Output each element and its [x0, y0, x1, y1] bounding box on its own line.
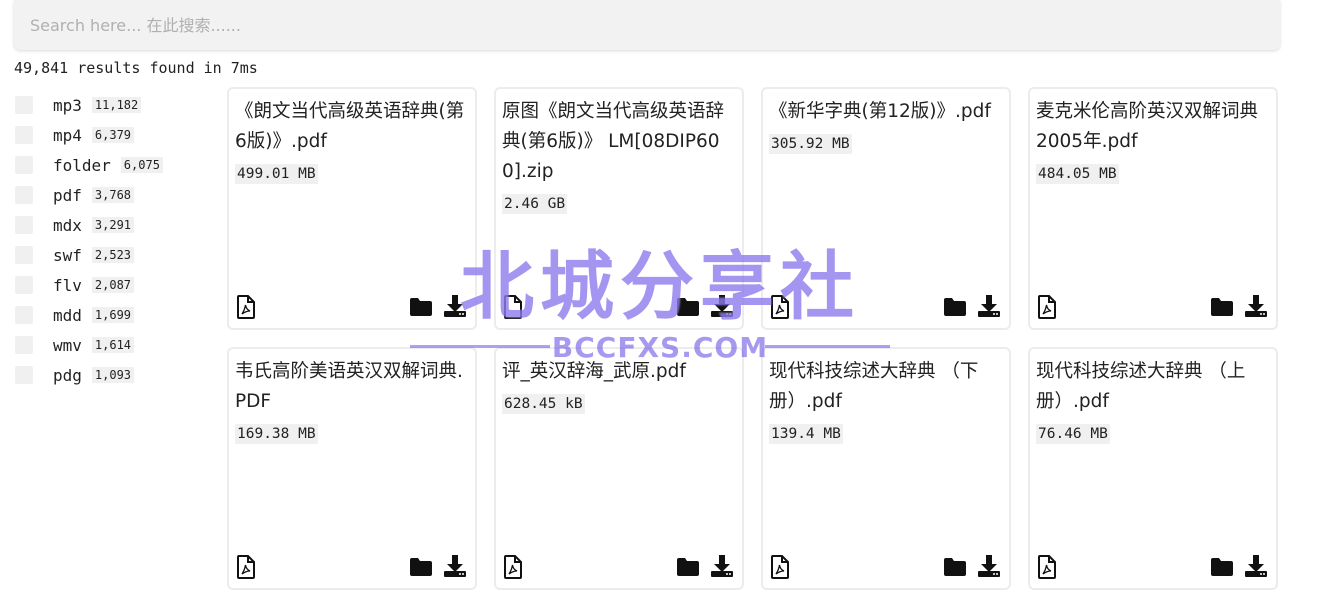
filter-list: mp3 11,182 mp4 6,379 folder 6,075 pdf 3,768 mdx 3… — [15, 90, 215, 390]
card-title[interactable]: 麦克米伦高阶英汉双解词典 2005年.pdf — [1036, 97, 1268, 157]
filter-checkbox[interactable] — [15, 306, 33, 324]
folder-icon[interactable] — [676, 297, 700, 317]
results-summary: 49,841 results found in 7ms — [14, 59, 258, 77]
filter-label: wmv — [53, 335, 82, 355]
filter-item-wmv[interactable]: wmv 1,614 — [15, 330, 215, 360]
filter-checkbox[interactable] — [15, 336, 33, 354]
filter-count: 3,768 — [91, 187, 135, 203]
filter-checkbox[interactable] — [15, 246, 33, 264]
card-size: 2.46 GB — [502, 194, 568, 214]
result-card[interactable]: 现代科技综述大辞典 （上册）.pdf 76.46 MB — [1028, 347, 1278, 590]
filter-checkbox[interactable] — [15, 216, 33, 234]
folder-icon[interactable] — [943, 557, 967, 577]
folder-icon[interactable] — [409, 297, 433, 317]
folder-icon[interactable] — [1210, 297, 1234, 317]
filter-checkbox[interactable] — [15, 186, 33, 204]
filter-count: 1,093 — [91, 367, 135, 383]
card-title[interactable]: 原图《朗文当代高级英语辞典(第6版)》 LM[08DIP600].zip — [502, 97, 734, 187]
filter-item-mdd[interactable]: mdd 1,699 — [15, 300, 215, 330]
download-icon[interactable] — [1244, 554, 1268, 578]
filter-label: pdg — [53, 365, 82, 385]
card-title[interactable]: 《新华字典(第12版)》.pdf — [769, 97, 1001, 127]
folder-icon[interactable] — [1210, 557, 1234, 577]
download-icon[interactable] — [1244, 294, 1268, 318]
card-title[interactable]: 评_英汉辞海_武原.pdf — [502, 357, 734, 387]
filter-item-mdx[interactable]: mdx 3,291 — [15, 210, 215, 240]
search-bar[interactable] — [14, 0, 1280, 50]
filter-count: 1,699 — [91, 307, 135, 323]
filter-item-flv[interactable]: flv 2,087 — [15, 270, 215, 300]
filter-item-folder[interactable]: folder 6,075 — [15, 150, 215, 180]
card-size: 76.46 MB — [1036, 424, 1110, 444]
pdf-file-icon — [503, 555, 523, 579]
file-icon — [503, 295, 523, 319]
filter-count: 11,182 — [91, 97, 142, 113]
search-input[interactable] — [14, 0, 1280, 50]
filter-label: mdx — [53, 215, 82, 235]
filter-checkbox[interactable] — [15, 276, 33, 294]
result-card[interactable]: 现代科技综述大辞典 （下册）.pdf 139.4 MB — [761, 347, 1011, 590]
filter-label: swf — [53, 245, 82, 265]
filter-checkbox[interactable] — [15, 126, 33, 144]
download-icon[interactable] — [443, 294, 467, 318]
filter-count: 6,075 — [120, 157, 163, 173]
filter-item-mp4[interactable]: mp4 6,379 — [15, 120, 215, 150]
filter-label: flv — [53, 275, 82, 295]
filter-item-swf[interactable]: swf 2,523 — [15, 240, 215, 270]
download-icon[interactable] — [977, 294, 1001, 318]
filter-checkbox[interactable] — [15, 366, 33, 384]
pdf-file-icon — [1037, 295, 1057, 319]
filter-item-mp3[interactable]: mp3 11,182 — [15, 90, 215, 120]
filter-checkbox[interactable] — [15, 156, 33, 174]
download-icon[interactable] — [977, 554, 1001, 578]
filter-count: 2,087 — [91, 277, 135, 293]
result-card[interactable]: 原图《朗文当代高级英语辞典(第6版)》 LM[08DIP600].zip 2.46… — [494, 87, 744, 330]
filter-item-pdg[interactable]: pdg 1,093 — [15, 360, 215, 390]
filter-checkbox[interactable] — [15, 96, 33, 114]
download-icon[interactable] — [710, 554, 734, 578]
card-size: 139.4 MB — [769, 424, 843, 444]
card-size: 305.92 MB — [769, 134, 852, 154]
filter-label: folder — [53, 155, 111, 175]
pdf-file-icon — [236, 295, 256, 319]
result-card[interactable]: 评_英汉辞海_武原.pdf 628.45 kB — [494, 347, 744, 590]
card-title[interactable]: 现代科技综述大辞典 （上册）.pdf — [1036, 357, 1268, 417]
pdf-file-icon — [770, 555, 790, 579]
filter-label: mp3 — [53, 95, 82, 115]
folder-icon[interactable] — [409, 557, 433, 577]
card-size: 169.38 MB — [235, 424, 318, 444]
pdf-file-icon — [236, 555, 256, 579]
download-icon[interactable] — [443, 554, 467, 578]
filter-count: 6,379 — [91, 127, 135, 143]
card-size: 628.45 kB — [502, 394, 585, 414]
card-size: 499.01 MB — [235, 164, 318, 184]
folder-icon[interactable] — [943, 297, 967, 317]
filter-item-pdf[interactable]: pdf 3,768 — [15, 180, 215, 210]
card-title[interactable]: 现代科技综述大辞典 （下册）.pdf — [769, 357, 1001, 417]
card-title[interactable]: 韦氏高阶美语英汉双解词典.PDF — [235, 357, 467, 417]
filter-label: pdf — [53, 185, 82, 205]
pdf-file-icon — [770, 295, 790, 319]
filter-count: 1,614 — [91, 337, 135, 353]
filter-label: mdd — [53, 305, 82, 325]
folder-icon[interactable] — [676, 557, 700, 577]
filter-label: mp4 — [53, 125, 82, 145]
results-grid: 《朗文当代高级英语辞典(第6版)》.pdf 499.01 MB 原图《朗文当代高级英… — [227, 87, 1280, 590]
filter-count: 2,523 — [91, 247, 135, 263]
result-card[interactable]: 麦克米伦高阶英汉双解词典 2005年.pdf 484.05 MB — [1028, 87, 1278, 330]
result-card[interactable]: 韦氏高阶美语英汉双解词典.PDF 169.38 MB — [227, 347, 477, 590]
result-card[interactable]: 《朗文当代高级英语辞典(第6版)》.pdf 499.01 MB — [227, 87, 477, 330]
card-title[interactable]: 《朗文当代高级英语辞典(第6版)》.pdf — [235, 97, 467, 157]
filter-count: 3,291 — [91, 217, 135, 233]
pdf-file-icon — [1037, 555, 1057, 579]
card-size: 484.05 MB — [1036, 164, 1119, 184]
result-card[interactable]: 《新华字典(第12版)》.pdf 305.92 MB — [761, 87, 1011, 330]
download-icon[interactable] — [710, 294, 734, 318]
